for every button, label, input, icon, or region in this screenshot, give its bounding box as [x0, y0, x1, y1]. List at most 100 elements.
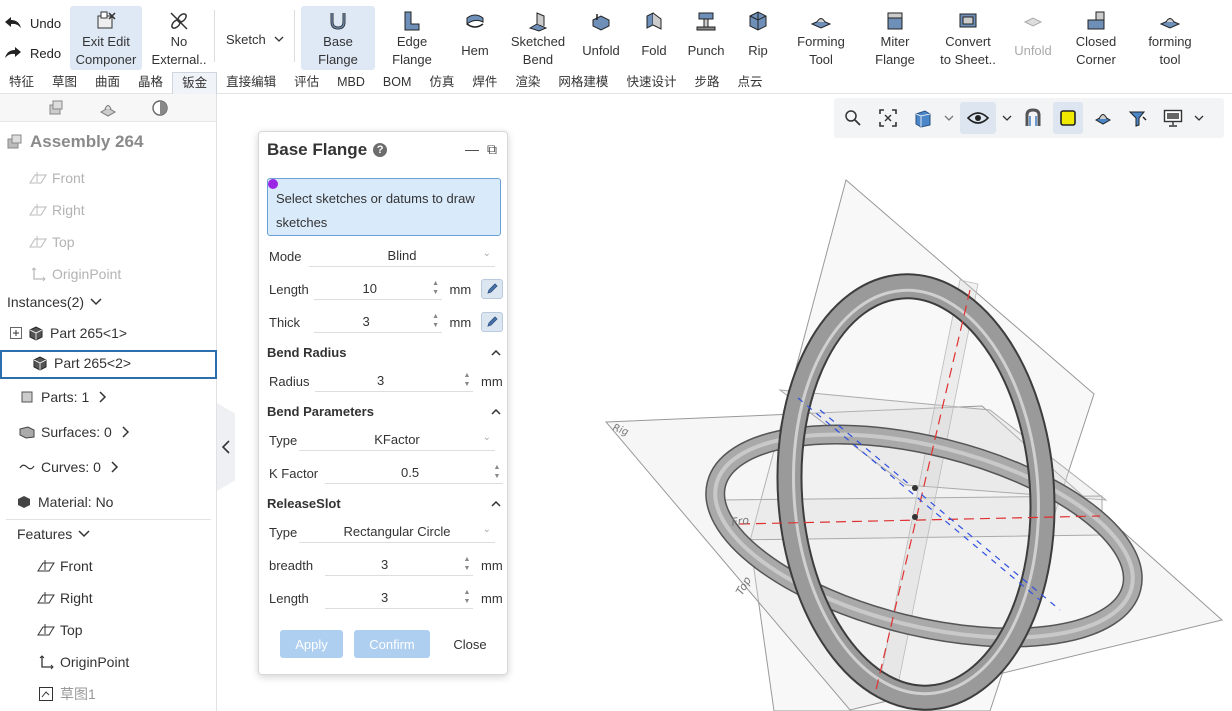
- tab-lattice[interactable]: 晶格: [129, 72, 172, 94]
- length-measure-button[interactable]: [481, 279, 503, 299]
- feature-sketch-1[interactable]: 草图1: [36, 684, 96, 704]
- scene-canvas[interactable]: Fro Top Rig: [520, 140, 1232, 711]
- shaded-mode-button[interactable]: [1053, 102, 1083, 134]
- instances-group[interactable]: Instances(2): [7, 294, 102, 310]
- material-item[interactable]: Material: No: [14, 492, 113, 512]
- display-tab-icon[interactable]: [151, 99, 169, 117]
- feature-origin-point[interactable]: OriginPoint: [36, 652, 129, 672]
- display-settings-dropdown[interactable]: [1193, 102, 1205, 134]
- visibility-dropdown[interactable]: [1001, 102, 1013, 134]
- radius-stepper[interactable]: ▲ ▼: [463, 371, 471, 389]
- no-external-button[interactable]: No External..: [148, 6, 210, 70]
- sketch-selection-box[interactable]: Select sketches or datums to draw sketch…: [267, 178, 501, 236]
- breadth-input[interactable]: 3 ▲ ▼: [325, 554, 473, 576]
- mode-select[interactable]: Blind ⌄: [309, 245, 495, 267]
- render-view-button[interactable]: [1088, 102, 1118, 134]
- feature-right[interactable]: Right: [36, 588, 93, 608]
- tab-render[interactable]: 渲染: [506, 72, 549, 94]
- release-slot-section[interactable]: ReleaseSlot: [267, 496, 501, 511]
- confirm-button[interactable]: Confirm: [354, 630, 430, 658]
- tab-mesh-modeling[interactable]: 网格建模: [549, 72, 617, 94]
- thick-stepper[interactable]: ▲ ▼: [432, 312, 440, 330]
- ref-plane-front[interactable]: Front: [28, 168, 85, 188]
- exit-edit-component-button[interactable]: Exit Edit Componer: [70, 6, 142, 70]
- fold-button[interactable]: Fold: [632, 6, 676, 70]
- bend-parameters-section[interactable]: Bend Parameters: [267, 404, 501, 419]
- forming-tool-button[interactable]: Forming Tool: [788, 6, 854, 70]
- surfaces-group[interactable]: Surfaces: 0: [17, 422, 130, 442]
- sketch-dropdown[interactable]: Sketch: [218, 28, 290, 50]
- visibility-button[interactable]: [960, 102, 996, 134]
- tab-simulation[interactable]: 仿真: [420, 72, 463, 94]
- tab-surface[interactable]: 曲面: [86, 72, 129, 94]
- help-icon[interactable]: ?: [373, 143, 388, 157]
- curves-group[interactable]: Curves: 0: [17, 457, 119, 477]
- release-type-select[interactable]: Rectangular Circle ⌄: [299, 521, 495, 543]
- edge-flange-button[interactable]: Edge Flange: [382, 6, 442, 70]
- rip-button[interactable]: Rip: [736, 6, 780, 70]
- undo-button[interactable]: Undo: [4, 12, 66, 34]
- breadth-stepper[interactable]: ▲ ▼: [463, 555, 471, 573]
- section-view-button[interactable]: [1018, 102, 1048, 134]
- miter-flange-button[interactable]: Miter Flange: [866, 6, 924, 70]
- view-orientation-dropdown[interactable]: [943, 102, 955, 134]
- hem-button[interactable]: Hem: [450, 6, 500, 70]
- punch-button[interactable]: Punch: [682, 6, 730, 70]
- base-flange-button[interactable]: Base Flange: [301, 6, 375, 70]
- display-settings-button[interactable]: [1158, 102, 1188, 134]
- tab-direct-edit[interactable]: 直接编辑: [217, 72, 285, 94]
- appearance-button[interactable]: [1123, 102, 1153, 134]
- thick-measure-button[interactable]: [481, 312, 503, 332]
- unfold-disabled-button[interactable]: Unfold: [1008, 6, 1058, 70]
- release-length-stepper[interactable]: ▲ ▼: [463, 588, 471, 606]
- feature-front[interactable]: Front: [36, 556, 93, 576]
- assembly-tab-icon[interactable]: [99, 99, 117, 117]
- shaded-cube-icon: [1060, 110, 1076, 126]
- 3d-viewport[interactable]: Fro Top Rig: [520, 140, 1232, 711]
- ref-plane-right[interactable]: Right: [28, 200, 85, 220]
- instance-part-1[interactable]: Part 265<1>: [10, 325, 127, 341]
- tab-bom[interactable]: BOM: [374, 72, 420, 94]
- kfactor-input[interactable]: 0.5 ▲ ▼: [325, 462, 503, 484]
- apply-button[interactable]: Apply: [280, 630, 343, 658]
- sketched-bend-button[interactable]: Sketched Bend: [507, 6, 569, 70]
- restore-button[interactable]: ⧉: [487, 141, 497, 158]
- features-group[interactable]: Features: [17, 526, 90, 542]
- view-orientation-button[interactable]: [908, 102, 938, 134]
- bend-radius-section[interactable]: Bend Radius: [267, 345, 501, 360]
- ref-origin-point[interactable]: OriginPoint: [28, 264, 121, 284]
- assembly-title[interactable]: Assembly 264: [6, 132, 143, 152]
- thick-input[interactable]: 3 ▲ ▼: [314, 311, 442, 333]
- unfold-button[interactable]: Unfold: [576, 6, 626, 70]
- tab-sketch[interactable]: 草图: [43, 72, 86, 94]
- ref-plane-top[interactable]: Top: [28, 232, 75, 252]
- release-length-input[interactable]: 3 ▲ ▼: [325, 587, 473, 609]
- tab-evaluate[interactable]: 评估: [285, 72, 328, 94]
- fit-view-button[interactable]: [873, 102, 903, 134]
- length-input[interactable]: 10 ▲ ▼: [314, 278, 442, 300]
- instance-part-2[interactable]: Part 265<2>: [32, 355, 131, 371]
- minimize-button[interactable]: —: [465, 141, 479, 157]
- forming-tool-lower-button[interactable]: forming tool: [1136, 6, 1204, 70]
- feature-top[interactable]: Top: [36, 620, 83, 640]
- tab-quick-design[interactable]: 快速设计: [617, 72, 685, 94]
- radius-input[interactable]: 3 ▲ ▼: [315, 370, 473, 392]
- closed-corner-button[interactable]: Closed Corner: [1068, 6, 1124, 70]
- expand-icon[interactable]: [10, 327, 22, 339]
- tab-point-cloud[interactable]: 点云: [728, 72, 771, 94]
- kfactor-stepper[interactable]: ▲ ▼: [493, 463, 501, 481]
- tab-mbd[interactable]: MBD: [328, 72, 374, 94]
- tab-weldment[interactable]: 焊件: [463, 72, 506, 94]
- bend-type-select[interactable]: KFactor ⌄: [299, 429, 495, 451]
- length-stepper[interactable]: ▲ ▼: [432, 279, 440, 297]
- tab-sheet-metal[interactable]: 钣金: [172, 71, 218, 94]
- tab-routing[interactable]: 步路: [685, 72, 728, 94]
- parts-group[interactable]: Parts: 1: [17, 387, 107, 407]
- close-button[interactable]: Close: [445, 630, 495, 658]
- collapse-panel-button[interactable]: [217, 403, 235, 491]
- convert-to-sheet-button[interactable]: Convert to Sheet..: [936, 6, 1000, 70]
- zoom-button[interactable]: [838, 102, 868, 134]
- tab-feature[interactable]: 特征: [0, 72, 43, 94]
- redo-button[interactable]: Redo: [4, 42, 66, 64]
- model-tree-tab-icon[interactable]: [47, 99, 65, 117]
